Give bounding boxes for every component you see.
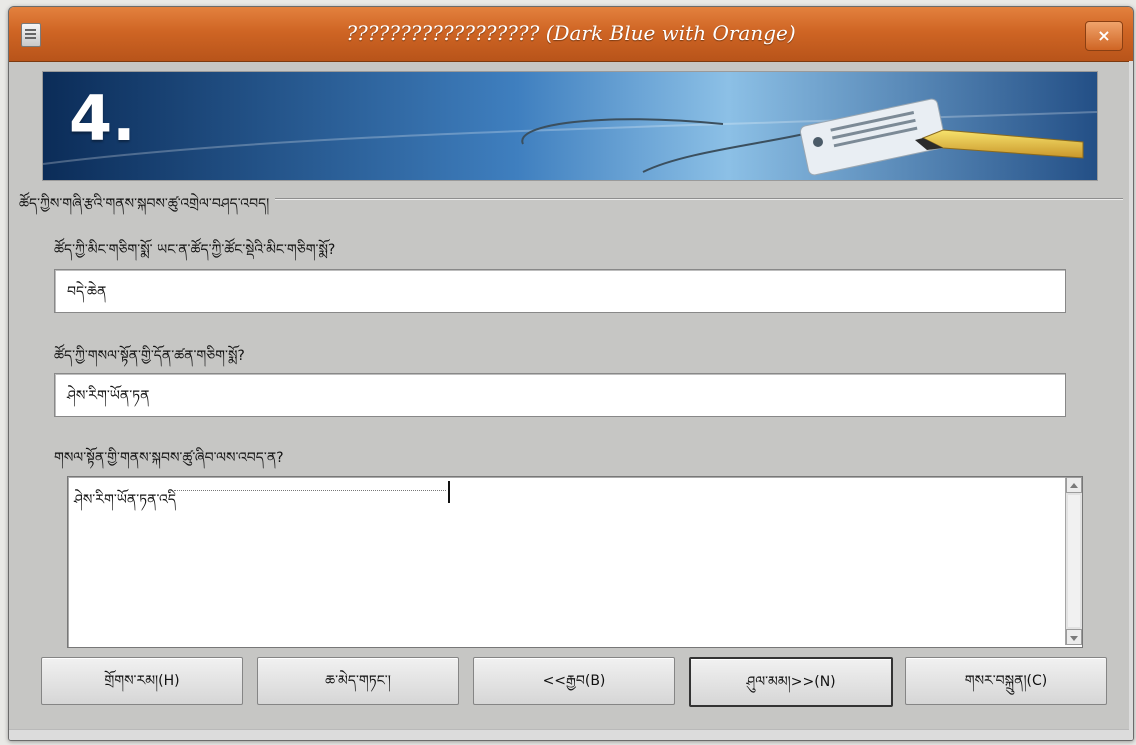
scroll-down-icon[interactable] <box>1066 629 1082 645</box>
next-button[interactable]: ཤུལ་མམ།>>(N) <box>689 657 893 707</box>
scroll-up-icon[interactable] <box>1066 477 1082 493</box>
cancel-button[interactable]: ཆ་མེད་གཏང་། <box>257 657 459 705</box>
field-label-description: གསལ་སྟོན་གྱི་གནས་སྐབས་ཚུ་ཞིབ་ལས་འབད་ན? <box>54 450 284 466</box>
description-text: ཤེས་རིག་ཡོན་ཏན་འདི <box>74 492 176 508</box>
window-title: ?????????????????? (Dark Blue with Orang… <box>346 21 796 45</box>
wizard-window: ?????????????????? (Dark Blue with Orang… <box>8 6 1134 741</box>
scroll-track[interactable] <box>1068 495 1080 627</box>
help-button[interactable]: གྲོགས་རམ།(H) <box>41 657 243 705</box>
title-bar[interactable]: ?????????????????? (Dark Blue with Orang… <box>9 7 1133 62</box>
vertical-scrollbar[interactable] <box>1065 477 1082 645</box>
section-title: ཚོད་ཀྱིས་གཞི་རྩའི་གནས་སྐབས་ཚུ་འགྲེལ་བཤད་… <box>19 187 276 227</box>
back-button[interactable]: <<རྒྱབ(B) <box>473 657 675 705</box>
banner-graphic <box>43 72 1097 180</box>
name-input[interactable]: བདེ་ཆེན <box>54 269 1066 313</box>
section-header: ཚོད་ཀྱིས་གཞི་རྩའི་གནས་སྐབས་ཚུ་འགྲེལ་བཤད་… <box>19 187 1123 227</box>
text-caret <box>448 481 450 503</box>
window-right-edge <box>1129 61 1133 740</box>
description-textarea[interactable]: ཤེས་རིག་ཡོན་ཏན་འདི <box>67 476 1083 648</box>
step-number: 4. <box>69 82 136 155</box>
window-bottom-edge <box>9 729 1133 740</box>
subject-input[interactable]: ཤེས་རིག་ཡོན་ཏན <box>54 373 1066 417</box>
dotted-line <box>174 490 446 491</box>
close-button[interactable]: × <box>1085 21 1123 51</box>
create-button[interactable]: གསར་བསྐྲུན།(C) <box>905 657 1107 705</box>
step-banner: 4. <box>42 71 1098 181</box>
field-label-name: ཚོད་ཀྱི་མིང་གཅིག་སྨོ་ ཡང་ན་ཚོད་ཀྱི་ཚོང་ས… <box>54 242 336 258</box>
